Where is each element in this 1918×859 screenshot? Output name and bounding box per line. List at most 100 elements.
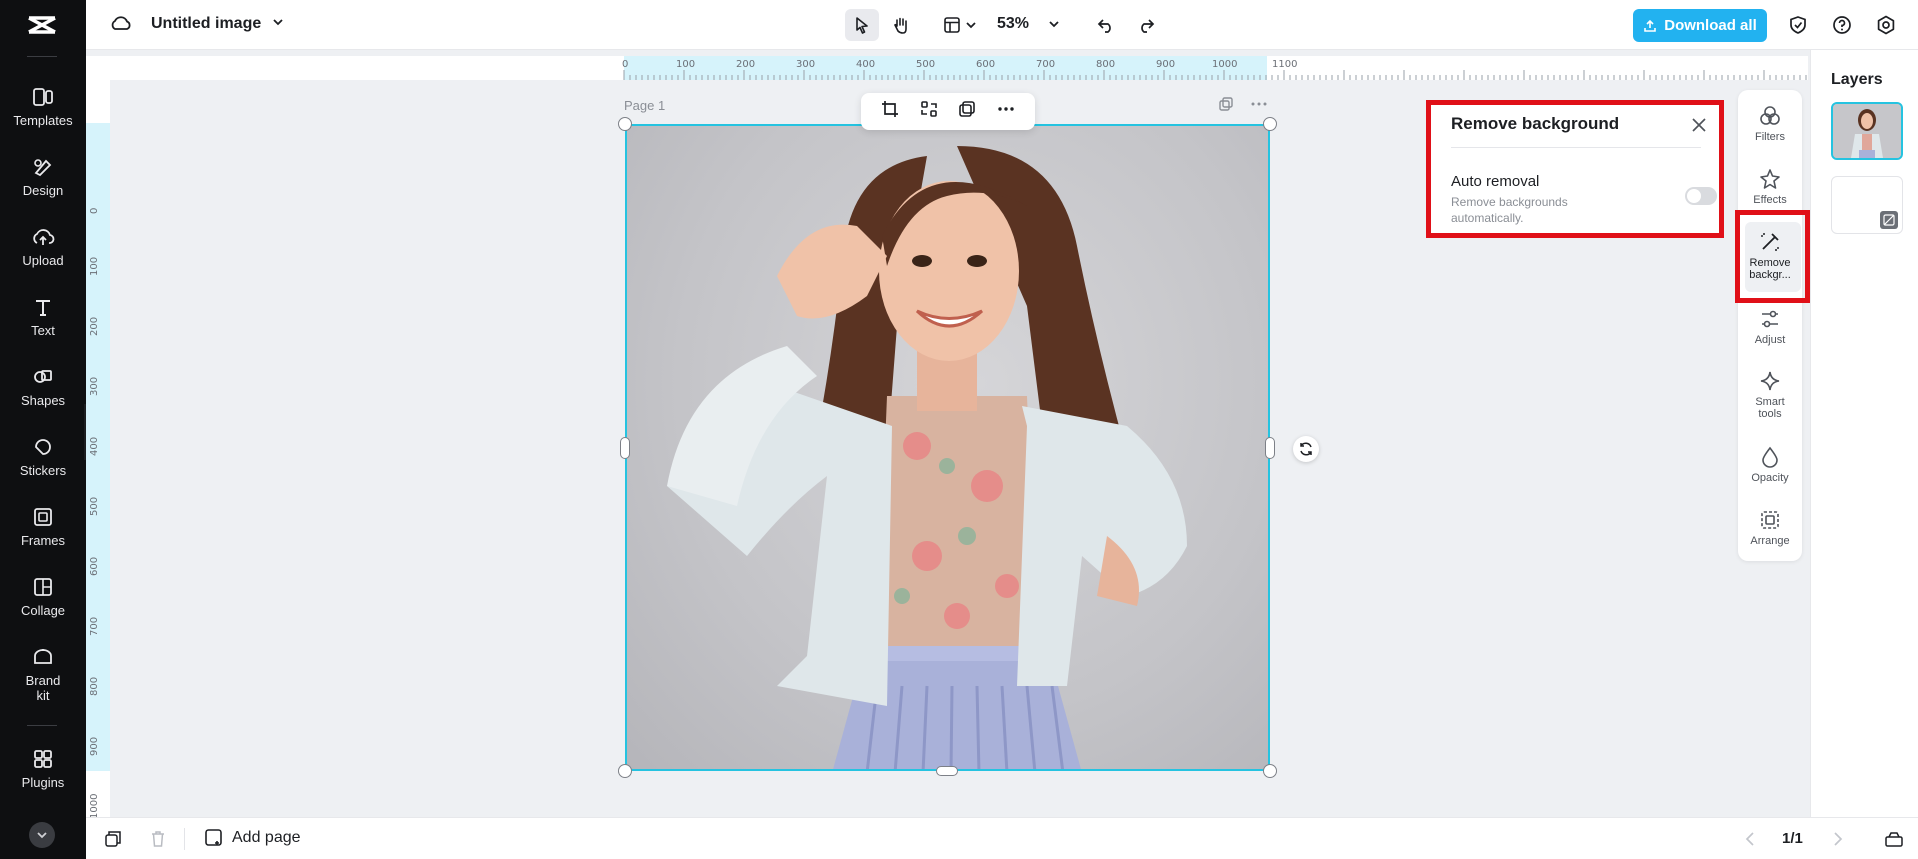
layer-thumbnail-background[interactable] <box>1831 176 1903 234</box>
layers-panel: Layers <box>1810 50 1918 817</box>
page-duplicate-button[interactable] <box>104 830 122 853</box>
more-options-button[interactable] <box>997 100 1015 123</box>
page-manager-button[interactable] <box>1884 830 1904 853</box>
resize-handle-right[interactable] <box>1265 437 1275 459</box>
zoom-level[interactable]: 53% <box>997 15 1029 33</box>
replace-button[interactable] <box>920 100 938 123</box>
sidebar-item-plugins[interactable]: Plugins <box>0 749 86 790</box>
rotate-button[interactable] <box>1293 436 1319 462</box>
ruler-tick-label: 500 <box>89 496 100 516</box>
chevron-down-icon <box>966 22 976 29</box>
arrange-icon <box>1761 511 1779 529</box>
rail-item-label: Smart <box>1755 396 1785 408</box>
next-page-button[interactable] <box>1832 831 1844 852</box>
sidebar-item-text[interactable]: Text <box>0 297 86 338</box>
settings-button[interactable] <box>1872 9 1900 41</box>
adjust-icon <box>1762 310 1778 328</box>
trash-icon <box>152 831 164 847</box>
chevron-down-icon[interactable] <box>272 18 284 26</box>
rail-item-adjust[interactable]: Adjust <box>1738 308 1802 346</box>
ruler-tick-label: 600 <box>89 556 100 576</box>
auto-removal-toggle[interactable] <box>1685 187 1717 205</box>
rail-item-label: Effects <box>1753 194 1787 206</box>
sidebar-item-design[interactable]: Design <box>0 157 86 198</box>
replace-icon <box>920 101 937 117</box>
sidebar-item-stickers[interactable]: Stickers <box>0 437 86 478</box>
ruler-tick-label: 900 <box>1156 59 1176 70</box>
add-page-button[interactable]: Add page <box>204 828 301 848</box>
layout-menu-button[interactable] <box>936 9 984 41</box>
page-label: Page 1 <box>624 98 666 113</box>
ruler-tick-label: 700 <box>1036 59 1056 70</box>
download-all-button[interactable]: Download all <box>1633 9 1767 42</box>
rail-item-opacity[interactable]: Opacity <box>1738 446 1802 484</box>
page-more-icon[interactable] <box>1250 96 1268 117</box>
upload-icon <box>33 229 55 245</box>
resize-handle-top-right[interactable] <box>1263 117 1277 131</box>
capcut-logo-icon[interactable] <box>25 12 59 38</box>
ruler-tick-label: 700 <box>89 616 100 636</box>
horizontal-ruler: 0 100 200 300 400 500 600 700 800 900 10… <box>110 56 1808 80</box>
rail-item-effects[interactable]: Effects <box>1738 168 1802 206</box>
ruler-tick-label: 0 <box>622 59 629 70</box>
resize-handle-left[interactable] <box>620 437 630 459</box>
delete-page-button[interactable] <box>149 830 167 853</box>
panel-divider <box>1451 147 1701 148</box>
redo-button[interactable] <box>1131 9 1161 41</box>
sidebar-item-templates[interactable]: Templates <box>0 87 86 128</box>
hand-tool-button[interactable] <box>885 9 917 41</box>
sidebar-item-label: kit <box>36 688 50 703</box>
sidebar-item-brand-kit[interactable]: Brand kit <box>0 647 86 703</box>
resize-handle-bottom-left[interactable] <box>618 764 632 778</box>
prev-page-button[interactable] <box>1744 831 1756 852</box>
panel-title: Remove background <box>1451 114 1620 133</box>
shield-button[interactable] <box>1784 9 1812 41</box>
text-icon <box>36 300 50 316</box>
ruler-tick-label: 0 <box>89 207 100 214</box>
resize-handle-bottom[interactable] <box>936 766 958 776</box>
zoom-chevron-down-icon[interactable] <box>1048 20 1060 28</box>
resize-handle-top-left[interactable] <box>618 117 632 131</box>
document-title[interactable]: Untitled image <box>151 15 261 33</box>
filters-icon <box>1760 106 1780 125</box>
plugins-icon <box>34 750 52 768</box>
sidebar-expand-button[interactable] <box>29 822 55 848</box>
undo-icon <box>1097 19 1111 33</box>
close-panel-button[interactable] <box>1691 117 1707 138</box>
rail-item-label: Opacity <box>1751 472 1789 484</box>
sidebar-item-collage[interactable]: Collage <box>0 577 86 618</box>
download-all-label: Download all <box>1664 17 1757 34</box>
ruler-tick-label: 400 <box>856 59 876 70</box>
left-sidebar: Templates Design Upload Text Shapes Stic… <box>0 0 86 859</box>
undo-button[interactable] <box>1091 9 1121 41</box>
rail-item-arrange[interactable]: Arrange <box>1738 509 1802 547</box>
more-icon <box>998 107 1014 111</box>
help-button[interactable] <box>1828 9 1856 41</box>
gear-icon <box>1877 15 1895 35</box>
sidebar-item-frames[interactable]: Frames <box>0 507 86 548</box>
cloud-sync-icon[interactable] <box>110 14 132 32</box>
crop-button[interactable] <box>881 100 899 123</box>
rail-item-filters[interactable]: Filters <box>1738 105 1802 143</box>
layer-thumbnail-image[interactable] <box>1831 102 1903 160</box>
design-icon <box>34 159 52 177</box>
select-tool-button[interactable] <box>845 9 879 41</box>
chevron-right-icon <box>1834 832 1843 846</box>
resize-handle-bottom-right[interactable] <box>1263 764 1277 778</box>
selected-image[interactable] <box>625 124 1270 771</box>
sidebar-item-shapes[interactable]: Shapes <box>0 367 86 408</box>
sidebar-item-label: Frames <box>20 533 66 548</box>
top-bar: Untitled image 53% Download all <box>86 0 1918 50</box>
rail-item-smart-tools[interactable]: Smart tools <box>1738 370 1802 420</box>
rotate-icon <box>1300 442 1312 456</box>
hand-icon <box>894 17 907 34</box>
duplicate-button[interactable] <box>958 100 976 123</box>
ruler-tick-label: 600 <box>976 59 996 70</box>
duplicate-page-icon[interactable] <box>1218 96 1234 117</box>
sidebar-item-upload[interactable]: Upload <box>0 227 86 268</box>
rail-item-label: Adjust <box>1754 334 1786 346</box>
rail-item-label: tools <box>1758 408 1782 420</box>
shield-check-icon <box>1790 16 1806 34</box>
ruler-tick-label: 100 <box>676 59 696 70</box>
layers-title: Layers <box>1831 71 1883 88</box>
